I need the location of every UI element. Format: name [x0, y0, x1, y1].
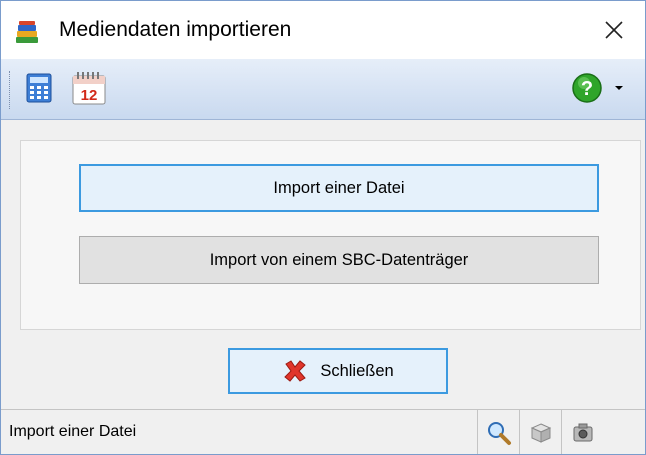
- close-button[interactable]: Schließen: [228, 348, 448, 394]
- calendar-day: 12: [81, 87, 98, 104]
- books-icon: [13, 19, 41, 47]
- status-bar: Import einer Datei: [1, 409, 645, 454]
- import-dialog: Mediendaten importieren 12 ? Import eine…: [0, 0, 646, 455]
- close-button-label: Schließen: [320, 361, 394, 380]
- cube-button[interactable]: [519, 410, 562, 454]
- zoom-button[interactable]: [477, 410, 520, 454]
- help-button[interactable]: ?: [567, 67, 607, 109]
- magnifier-icon: [488, 421, 511, 445]
- import-file-button[interactable]: Import einer Datei: [79, 164, 599, 212]
- toolbar-grip[interactable]: [9, 71, 13, 109]
- close-icon: [605, 21, 623, 39]
- cube-icon: [530, 422, 552, 443]
- window-close-button[interactable]: [583, 1, 645, 59]
- toolbar: 12 ?: [1, 59, 645, 120]
- import-sbc-button[interactable]: Import von einem SBC-Datenträger: [79, 236, 599, 284]
- camera-icon: [573, 423, 593, 441]
- red-x-icon: [284, 360, 307, 382]
- calculator-icon: [26, 73, 52, 103]
- calendar-button[interactable]: 12: [67, 67, 111, 109]
- chevron-down-icon: [615, 86, 623, 90]
- help-icon: ?: [572, 73, 602, 103]
- help-dropdown[interactable]: [609, 67, 629, 109]
- calculator-button[interactable]: [19, 67, 59, 109]
- svg-text:?: ?: [581, 78, 593, 100]
- status-text: Import einer Datei: [9, 423, 137, 440]
- calendar-icon: 12: [72, 72, 106, 105]
- camera-button[interactable]: [561, 410, 604, 454]
- window-title: Mediendaten importieren: [59, 18, 292, 41]
- title-bar[interactable]: Mediendaten importieren: [1, 1, 645, 59]
